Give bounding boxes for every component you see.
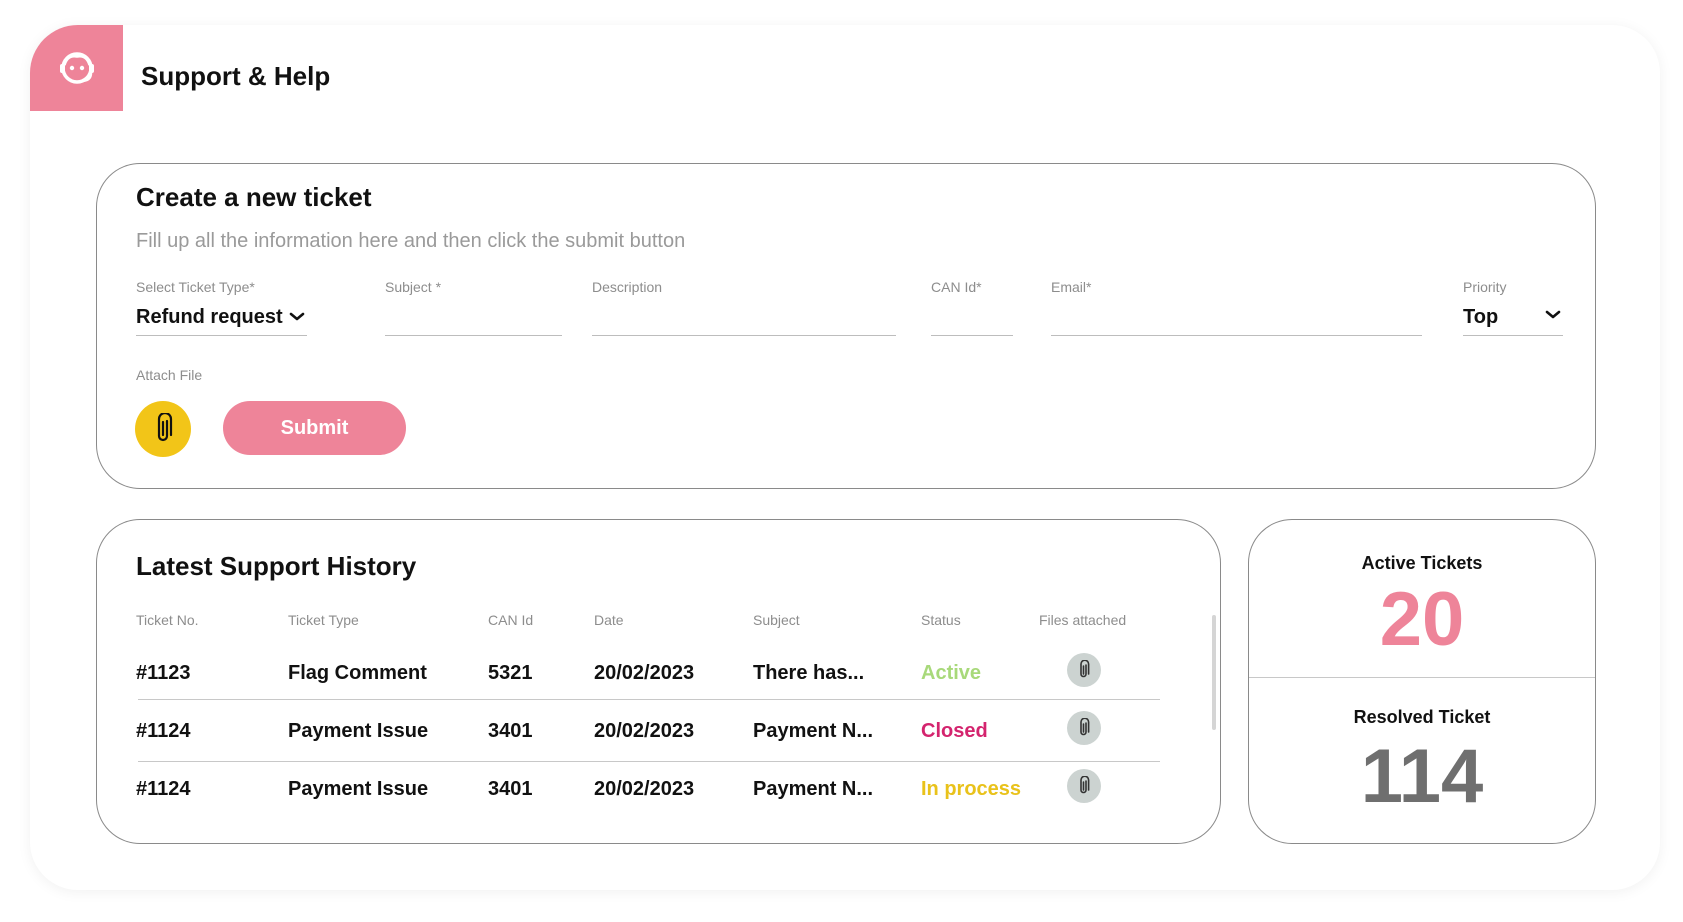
- chevron-down-icon: [289, 312, 305, 321]
- attach-file-label: Attach File: [136, 367, 203, 383]
- status-badge: Active: [921, 662, 982, 684]
- app-logo: [30, 25, 123, 111]
- ticket-type: Flag Comment: [288, 662, 427, 684]
- subject: There has...: [753, 662, 865, 684]
- can-id-input[interactable]: [931, 298, 1013, 336]
- table-row[interactable]: #1124 Payment Issue 3401 20/02/2023 Paym…: [97, 703, 1207, 755]
- row-divider: [138, 699, 1160, 700]
- ticket-type-value: Refund request: [136, 306, 283, 328]
- ticket-no: #1123: [136, 662, 191, 684]
- support-history-card: Latest Support History Ticket No. Ticket…: [96, 519, 1221, 844]
- column-header-ticket-type: Ticket Type: [288, 612, 359, 628]
- can-id: 3401: [488, 720, 533, 742]
- column-header-subject: Subject: [753, 612, 800, 628]
- priority-value: Top: [1463, 306, 1499, 328]
- table-row[interactable]: #1123 Flag Comment 5321 20/02/2023 There…: [97, 645, 1207, 697]
- stats-divider: [1249, 677, 1595, 678]
- ticket-stats-card: Active Tickets 20 Resolved Ticket 114: [1248, 519, 1596, 844]
- status-badge: Closed: [921, 720, 988, 742]
- ticket-no: #1124: [136, 778, 191, 800]
- priority-label: Priority: [1463, 279, 1507, 295]
- ticket-type-select[interactable]: Refund request: [136, 298, 307, 336]
- create-ticket-title: Create a new ticket: [136, 182, 372, 212]
- ticket-type: Payment Issue: [288, 720, 429, 742]
- description-label: Description: [592, 279, 663, 295]
- page-title: Support & Help: [141, 61, 331, 91]
- date: 20/02/2023: [594, 778, 695, 800]
- status-badge: In process: [921, 778, 1022, 800]
- date: 20/02/2023: [594, 662, 695, 684]
- table-row[interactable]: #1124 Payment Issue 3401 20/02/2023 Paym…: [97, 761, 1207, 813]
- column-header-can-id: CAN Id: [488, 612, 534, 628]
- can-id: 3401: [488, 778, 533, 800]
- column-header-files-attached: Files attached: [1039, 612, 1127, 628]
- column-header-ticket-no: Ticket No.: [136, 612, 199, 628]
- ticket-type-label: Select Ticket Type*: [136, 279, 255, 295]
- can-id: 5321: [488, 662, 533, 684]
- paperclip-icon[interactable]: [1067, 653, 1101, 687]
- paperclip-icon[interactable]: [1067, 769, 1101, 803]
- date: 20/02/2023: [594, 720, 695, 742]
- create-ticket-subtitle: Fill up all the information here and the…: [136, 230, 686, 252]
- email-label: Email*: [1051, 279, 1092, 295]
- subject-input[interactable]: [385, 298, 562, 336]
- active-tickets-count: 20: [1379, 577, 1465, 662]
- create-ticket-card: Create a new ticket Fill up all the info…: [96, 163, 1596, 489]
- resolved-ticket-count: 114: [1360, 734, 1484, 819]
- can-id-label: CAN Id*: [931, 279, 982, 295]
- column-header-status: Status: [921, 612, 961, 628]
- table-scrollbar[interactable]: [1212, 615, 1216, 730]
- chevron-down-icon: [1545, 310, 1561, 319]
- ticket-type: Payment Issue: [288, 778, 429, 800]
- subject-label: Subject *: [385, 279, 442, 295]
- support-history-title: Latest Support History: [136, 551, 417, 581]
- subject: Payment N...: [753, 720, 874, 742]
- attach-file-button[interactable]: [135, 401, 191, 457]
- paperclip-icon: [157, 413, 173, 442]
- priority-select[interactable]: Top: [1463, 298, 1563, 336]
- subject: Payment N...: [753, 778, 874, 800]
- column-header-date: Date: [594, 612, 624, 628]
- support-agent-icon: [59, 52, 94, 84]
- description-input[interactable]: [592, 298, 896, 336]
- email-input[interactable]: [1051, 298, 1422, 336]
- resolved-ticket-label: Resolved Ticket: [1353, 707, 1491, 727]
- active-tickets-label: Active Tickets: [1361, 553, 1483, 573]
- ticket-no: #1124: [136, 720, 191, 742]
- paperclip-icon[interactable]: [1067, 711, 1101, 745]
- submit-button[interactable]: Submit: [223, 401, 406, 455]
